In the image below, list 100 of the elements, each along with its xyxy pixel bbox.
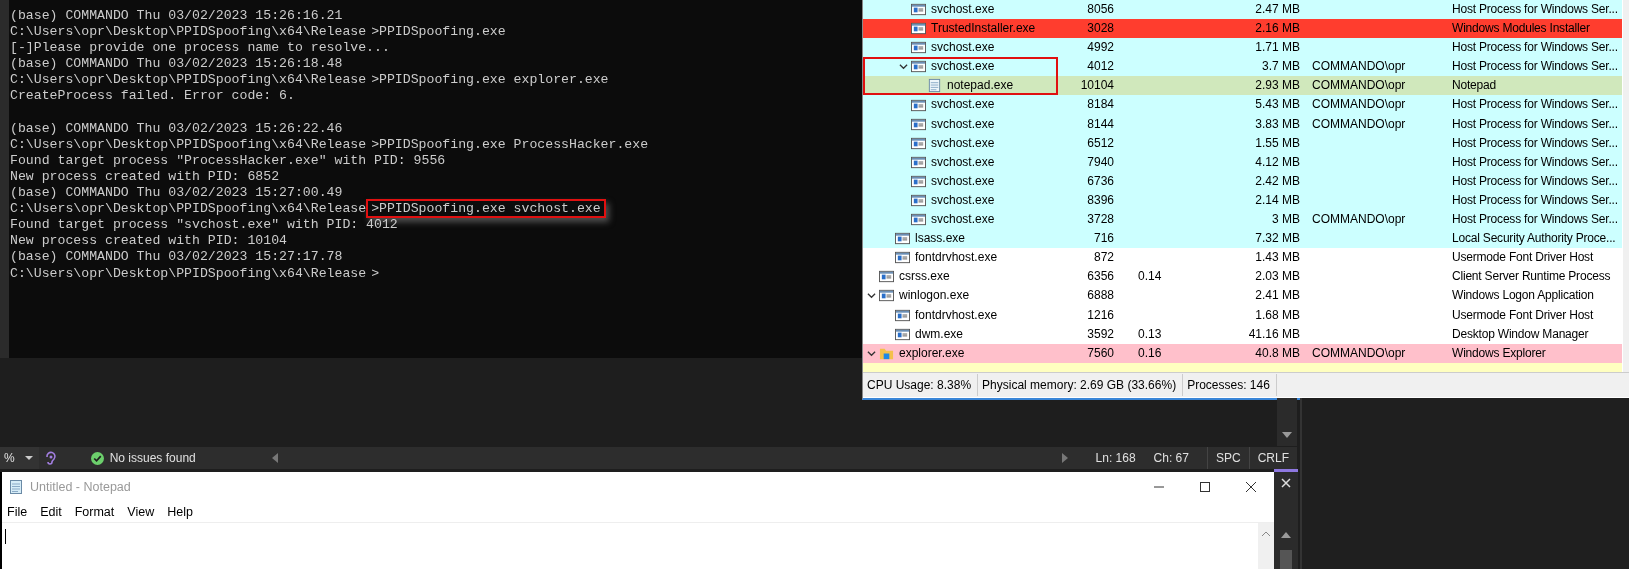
user-cell: COMMANDO\opr [1312, 59, 1406, 74]
process-row[interactable]: dwm.exe 3592 0.13 41.16 MB Desktop Window Manager [863, 324, 1622, 344]
description-cell-text: Host Process for Windows Ser... [1452, 115, 1619, 133]
memory-cell-text: 3 MB [1271, 211, 1300, 229]
command-text: >PPIDSpoofing.exe explorer.exe [370, 71, 610, 90]
pid-cell-text: 8184 [1086, 96, 1114, 114]
menu-item[interactable]: Format [69, 505, 123, 519]
prompt-text: C:\Users\opr\Desktop\PPIDSpoofing\x64\Release [10, 201, 367, 217]
issues-status[interactable]: No issues found [109, 451, 196, 465]
scrollbar[interactable] [1623, 0, 1629, 372]
window-icon [911, 154, 926, 170]
process-name: explorer.exe [899, 344, 965, 362]
process-row[interactable]: notepad.exe 10104 2.93 MB COMMANDO\opr Notepad [863, 76, 1622, 96]
pid-cell-text: 3028 [1086, 20, 1114, 38]
menu-item[interactable]: View [122, 505, 163, 519]
status-text: Physical memory: 2.69 GB (33.66%) [978, 374, 1184, 396]
chevron-icon[interactable] [867, 348, 876, 358]
pid-cell-text: 3728 [1086, 211, 1114, 229]
zoom-dropdown[interactable]: % [0, 447, 39, 469]
chevron-icon[interactable] [867, 291, 876, 301]
menu-item[interactable]: Help [162, 505, 201, 519]
description-cell-text: Host Process for Windows Ser... [1452, 211, 1619, 229]
process-row[interactable]: svchost.exe 6512 1.55 MB Host Process for Windows Ser... [863, 133, 1622, 153]
pid-cell-text: 4012 [1086, 58, 1114, 76]
scrollbar[interactable] [1258, 523, 1274, 569]
description-cell-text: Usermode Font Driver Host [1452, 249, 1595, 267]
scroll-down-icon[interactable] [1282, 432, 1292, 438]
process-row[interactable]: fontdrvhost.exe 872 1.43 MB Usermode Font Driver Host [863, 248, 1622, 268]
terminal-line: Found target process "svchost.exe" with PID: 4012 [10, 217, 399, 234]
pid-cell-text: 6512 [1086, 134, 1114, 152]
window-icon [911, 212, 926, 228]
process-name: csrss.exe [899, 268, 950, 286]
window-icon [895, 231, 910, 247]
scroll-right-icon[interactable] [1061, 453, 1068, 463]
window-icon [895, 250, 910, 266]
process-name: TrustedInstaller.exe [931, 20, 1036, 38]
description-cell-text: Notepad [1452, 77, 1497, 95]
process-name: svchost.exe [931, 211, 995, 229]
cpu-cell: 0.14 [1138, 269, 1162, 284]
description-cell-text: Client Server Runtime Process [1452, 268, 1612, 286]
pid-cell-text: 7940 [1086, 153, 1114, 171]
check-icon [90, 451, 104, 465]
column-number[interactable]: Ch: 67 [1153, 451, 1189, 465]
pid-cell-text: 6736 [1086, 172, 1114, 190]
process-row[interactable]: explorer.exe 7560 0.16 40.8 MB COMMANDO\opr Windows Explorer [863, 343, 1622, 363]
process-row[interactable]: lsass.exe 716 7.32 MB Local Security Authority Proce... [863, 229, 1622, 249]
process-row[interactable]: csrss.exe 6356 0.14 2.03 MB Client Server Runtime Process [863, 267, 1622, 287]
window-icon [879, 288, 894, 304]
process-name: svchost.exe [931, 1, 995, 18]
window-icon [911, 97, 926, 113]
process-row[interactable]: svchost.exe 3728 3 MB COMMANDO\opr Host Process for Windows Ser... [863, 210, 1622, 230]
process-row[interactable]: svchost.exe 8396 2.14 MB Host Process for Windows Ser... [863, 190, 1622, 211]
memory-cell-text: 2.47 MB [1254, 1, 1300, 18]
description-cell-text: Windows Explorer [1452, 344, 1547, 362]
scrollbar[interactable] [1277, 398, 1297, 446]
process-row[interactable]: svchost.exe 8144 3.83 MB COMMANDO\opr Host Process for Windows Ser... [863, 114, 1622, 134]
description-cell-text: Windows Logon Application [1452, 287, 1595, 305]
indent-mode[interactable]: SPC [1206, 447, 1249, 469]
pid-cell-text: 7560 [1086, 344, 1114, 362]
pid-cell-text: 6356 [1086, 268, 1114, 286]
terminal-line: Found target process "ProcessHacker.exe" with PID: 9556 [10, 152, 447, 169]
menu-item[interactable]: File [2, 505, 36, 519]
process-row[interactable]: svchost.exe 4992 1.71 MB Host Process for Windows Ser... [863, 38, 1622, 58]
menu-item[interactable]: Edit [35, 505, 70, 519]
process-row[interactable]: svchost.exe 7940 4.12 MB Host Process for Windows Ser... [863, 152, 1622, 172]
memory-cell-text: 2.42 MB [1254, 172, 1300, 190]
chevron-icon[interactable] [899, 62, 908, 72]
process-row[interactable]: svchost.exe 8056 2.47 MB Host Process for Windows Ser... [863, 0, 1622, 20]
process-row[interactable]: svchost.exe 4012 3.7 MB COMMANDO\opr Host Process for Windows Ser... [863, 57, 1622, 77]
terminal-line: (base) COMMANDO Thu 03/02/2023 15:26:18.48 [10, 56, 344, 73]
description-cell-text: Host Process for Windows Ser... [1452, 58, 1619, 76]
scroll-thumb[interactable] [1280, 550, 1292, 569]
process-row[interactable]: svchost.exe 8184 5.43 MB COMMANDO\opr Host Process for Windows Ser... [863, 95, 1622, 115]
pid-cell-text: 1216 [1086, 306, 1114, 324]
cpu-cell: 0.16 [1138, 345, 1162, 360]
cpu-cell: 0.13 [1138, 326, 1162, 341]
description-cell-text: Host Process for Windows Ser... [1452, 172, 1619, 190]
process-name: svchost.exe [931, 191, 995, 209]
pid-cell-text: 8396 [1086, 191, 1114, 209]
description-cell-text: Host Process for Windows Ser... [1452, 153, 1619, 171]
process-name: svchost.exe [931, 96, 995, 114]
process-row[interactable]: TrustedInstaller.exe 3028 2.16 MB Windows Modules Installer [863, 19, 1622, 39]
description-cell-text: Desktop Window Manager [1452, 325, 1590, 343]
process-row[interactable]: fontdrvhost.exe 1216 1.68 MB Usermode Font Driver Host [863, 305, 1622, 325]
pid-cell-text: 716 [1092, 230, 1114, 248]
line-number[interactable]: Ln: 168 [1095, 451, 1136, 465]
close-icon[interactable] [1281, 478, 1291, 488]
memory-cell-text: 5.43 MB [1254, 96, 1300, 114]
memory-cell-text: 3.83 MB [1254, 115, 1300, 133]
process-row[interactable]: svchost.exe 6736 2.42 MB Host Process for Windows Ser... [863, 171, 1622, 191]
memory-cell-text: 2.14 MB [1254, 191, 1300, 209]
terminal-line: (base) COMMANDO Thu 03/02/2023 15:26:16.21 [10, 8, 344, 25]
memory-cell-text: 4.12 MB [1254, 153, 1300, 171]
pid-cell-text: 872 [1092, 249, 1114, 267]
scroll-left-icon[interactable] [271, 453, 278, 463]
pid-cell-text: 3592 [1086, 325, 1114, 343]
process-name: notepad.exe [947, 77, 1014, 95]
window-icon [911, 40, 926, 56]
process-row[interactable]: winlogon.exe 6888 2.41 MB Windows Logon Application [863, 286, 1622, 306]
user-cell: COMMANDO\opr [1312, 345, 1406, 360]
